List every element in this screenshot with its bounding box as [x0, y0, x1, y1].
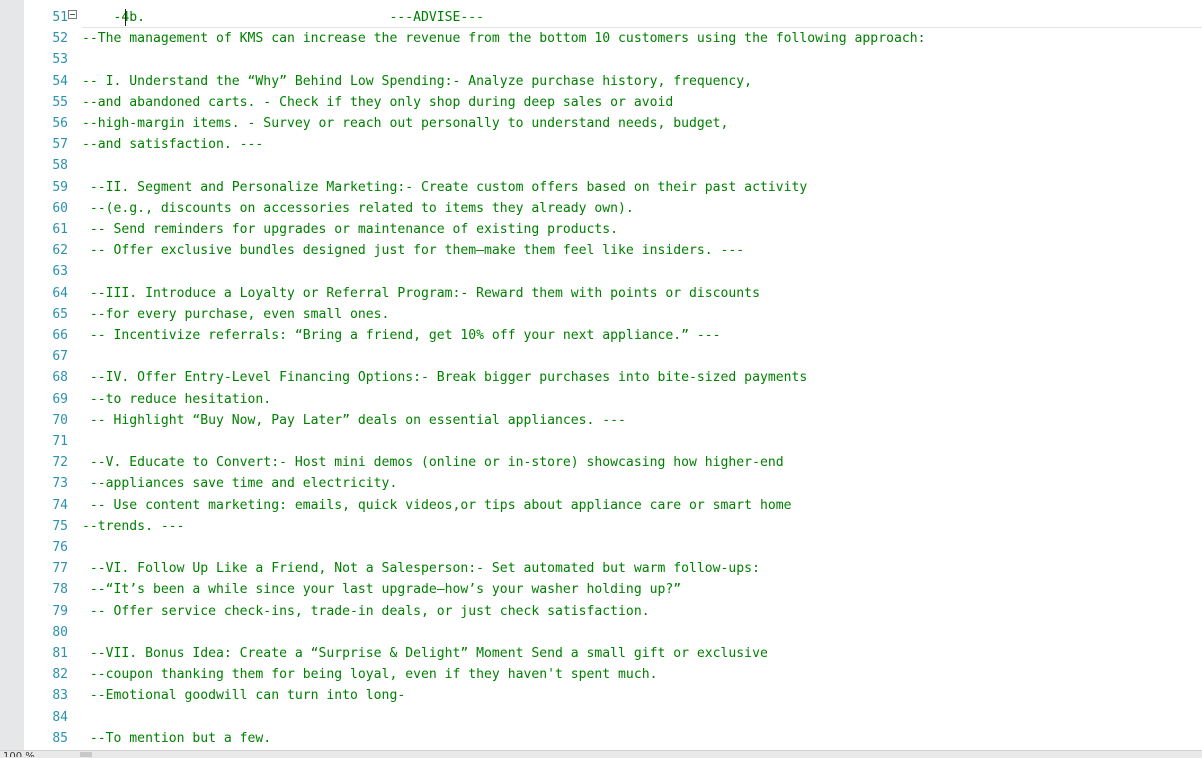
line-number: 70: [52, 412, 68, 428]
line-number: 57: [52, 137, 68, 153]
code-line[interactable]: --The management of KMS can increase the…: [82, 28, 926, 49]
line-number: 51: [52, 10, 68, 25]
code-line[interactable]: -- Offer exclusive bundles designed just…: [82, 240, 744, 261]
line-number: 58: [52, 158, 68, 174]
line-number: 59: [52, 179, 68, 195]
line-number: 77: [52, 561, 68, 577]
code-line[interactable]: --II. Segment and Personalize Marketing:…: [82, 177, 807, 198]
line-number: 62: [52, 243, 68, 259]
line-number: 64: [52, 285, 68, 301]
line-number: 69: [52, 391, 68, 407]
code-line[interactable]: --VII. Bonus Idea: Create a “Surprise & …: [82, 643, 768, 664]
line-number: 68: [52, 370, 68, 386]
code-line[interactable]: --(e.g., discounts on accessories relate…: [82, 198, 634, 219]
line-number: 65: [52, 306, 68, 322]
code-line[interactable]: -- Send reminders for upgrades or mainte…: [82, 219, 618, 240]
code-line[interactable]: --trends. ---: [82, 516, 184, 537]
line-number: 74: [52, 497, 68, 513]
collapse-region-icon[interactable]: [68, 10, 77, 19]
line-number: 66: [52, 328, 68, 343]
line-number: 78: [52, 582, 68, 598]
line-number: 54: [52, 73, 68, 89]
code-line[interactable]: --To mention but a few.: [82, 728, 271, 749]
code-line[interactable]: --Emotional goodwill can turn into long-: [82, 685, 405, 706]
scrollbar-thumb[interactable]: [80, 752, 92, 757]
editor-left-strip: [0, 0, 25, 757]
line-number: 60: [52, 200, 68, 216]
line-number: 72: [52, 455, 68, 471]
line-number: 52: [52, 31, 68, 47]
line-number: 84: [52, 709, 68, 725]
current-line-highlight: [82, 27, 1202, 28]
line-number: 61: [52, 222, 68, 237]
code-line[interactable]: --III. Introduce a Loyalty or Referral P…: [82, 283, 760, 304]
zoom-level[interactable]: 100 %: [3, 750, 35, 757]
code-line[interactable]: --coupon thanking them for being loyal, …: [82, 664, 658, 685]
code-line[interactable]: --“It’s been a while since your last upg…: [82, 579, 681, 600]
line-number: 55: [52, 94, 68, 110]
code-line[interactable]: --and satisfaction. ---: [82, 134, 263, 155]
line-number: 53: [52, 52, 68, 68]
line-number: 73: [52, 476, 68, 492]
code-line[interactable]: -- I. Understand the “Why” Behind Low Sp…: [82, 71, 752, 92]
code-editor[interactable]: -4b. ---ADVISE--- --The management of KMS…: [82, 0, 1202, 750]
line-number: 63: [52, 264, 68, 280]
code-line[interactable]: -- Use content marketing: emails, quick …: [82, 495, 792, 516]
text-cursor: [125, 9, 126, 26]
code-line[interactable]: --appliances save time and electricity.: [82, 473, 397, 494]
line-number: 82: [52, 667, 68, 683]
outlining-margin: [70, 0, 80, 757]
line-number-gutter: 51 52 53 54 55 56 57 58 59 60 61 62 63 64 65 66 67 68 69 70…: [24, 0, 70, 757]
line-number: 80: [52, 624, 68, 640]
code-line[interactable]: --IV. Offer Entry-Level Financing Option…: [82, 367, 807, 388]
code-line[interactable]: -- Offer service check-ins, trade-in dea…: [82, 601, 650, 622]
code-line[interactable]: --VI. Follow Up Like a Friend, Not a Sal…: [82, 558, 760, 579]
code-line[interactable]: --V. Educate to Convert:- Host mini demo…: [82, 452, 784, 473]
code-line[interactable]: --high-margin items. - Survey or reach o…: [82, 113, 728, 134]
code-line[interactable]: -4b. ---ADVISE---: [82, 7, 485, 28]
line-number: 67: [52, 349, 68, 365]
line-number: 71: [52, 434, 68, 449]
code-line[interactable]: -- Incentivize referrals: “Bring a frien…: [82, 325, 721, 346]
line-number: 83: [52, 688, 68, 704]
code-line[interactable]: --and abandoned carts. - Check if they o…: [82, 92, 673, 113]
code-line[interactable]: --to reduce hesitation.: [82, 389, 271, 410]
line-number: 79: [52, 603, 68, 619]
line-number: 81: [52, 646, 68, 661]
line-number: 85: [52, 730, 68, 746]
code-line[interactable]: --for every purchase, even small ones.: [82, 304, 390, 325]
line-number: 56: [52, 116, 68, 131]
line-number: 76: [52, 540, 68, 555]
line-number: 75: [52, 518, 68, 534]
code-line[interactable]: -- Highlight “Buy Now, Pay Later” deals …: [82, 410, 626, 431]
